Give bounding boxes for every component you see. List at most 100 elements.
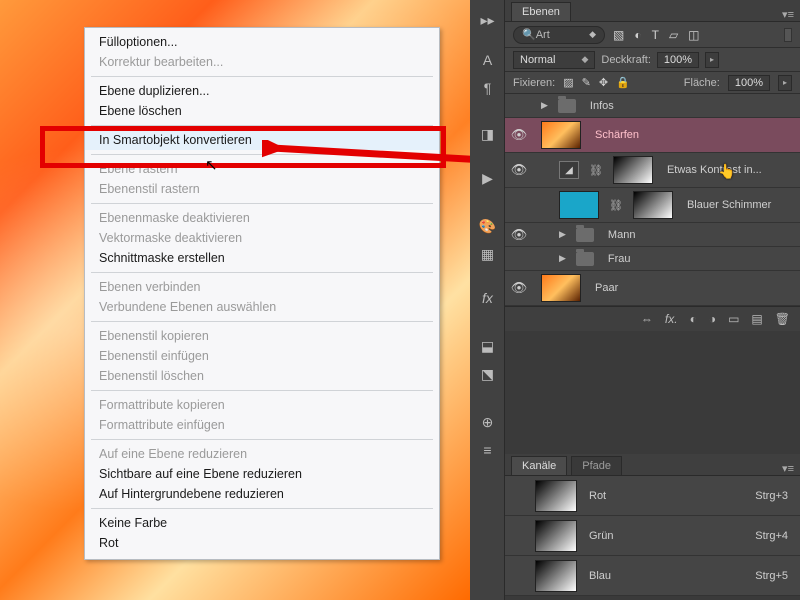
menu-item: Ebenenstil löschen bbox=[85, 366, 439, 386]
lock-all-icon[interactable]: 🔒 bbox=[616, 76, 630, 89]
disclosure-triangle-icon[interactable]: ▶ bbox=[541, 100, 548, 111]
actions-panel-icon[interactable]: ≡ bbox=[470, 436, 505, 464]
opacity-value[interactable]: 100% bbox=[657, 52, 699, 68]
menu-item[interactable]: Ebene löschen bbox=[85, 101, 439, 121]
layer-name[interactable]: Etwas Kontrast in... bbox=[667, 164, 762, 176]
layers-list: ▶Infos👁Schärfen👁◢⛓Etwas Kontrast in...⛓B… bbox=[505, 94, 800, 306]
layer-row[interactable]: ▶ Frau bbox=[505, 247, 800, 271]
layer-mask-thumbnail[interactable] bbox=[613, 156, 653, 184]
tab-channels[interactable]: Kanäle bbox=[511, 456, 567, 475]
properties-panel-icon[interactable]: ⬔ bbox=[470, 360, 505, 388]
info-panel-icon[interactable]: ⊕ bbox=[470, 408, 505, 436]
channel-name: Grün bbox=[589, 530, 613, 542]
channels-panel: Kanäle Pfade ▾≡ RotStrg+3GrünStrg+4BlauS… bbox=[505, 454, 800, 596]
filter-smart-icon[interactable]: ◫ bbox=[688, 28, 699, 42]
channel-row[interactable]: RotStrg+3 bbox=[505, 476, 800, 516]
channel-name: Rot bbox=[589, 490, 606, 502]
fill-flyout-icon[interactable]: ▸ bbox=[778, 75, 792, 91]
menu-item: Vektormaske deaktivieren bbox=[85, 228, 439, 248]
layer-filter-label: Art bbox=[536, 29, 550, 41]
lock-position-icon[interactable]: ✥ bbox=[599, 76, 608, 89]
mask-link-icon[interactable]: ⛓ bbox=[589, 164, 603, 177]
menu-item: Ebenen verbinden bbox=[85, 277, 439, 297]
navigator-panel-icon[interactable]: ◨ bbox=[470, 120, 505, 148]
filter-pixel-icon[interactable]: ▧ bbox=[613, 28, 624, 42]
layer-row[interactable]: 👁 Paar bbox=[505, 271, 800, 306]
opacity-flyout-icon[interactable]: ▸ bbox=[705, 52, 719, 68]
layer-name[interactable]: Infos bbox=[590, 100, 614, 112]
disclosure-triangle-icon[interactable]: ▶ bbox=[559, 253, 566, 264]
menu-item: Verbundene Ebenen auswählen bbox=[85, 297, 439, 317]
layer-content: ⛓ Blauer Schimmer bbox=[533, 191, 771, 219]
visibility-toggle-icon[interactable]: 👁 bbox=[505, 280, 533, 296]
mask-link-icon[interactable]: ⛓ bbox=[609, 199, 623, 212]
menu-item[interactable]: Rot bbox=[85, 533, 439, 553]
tab-paths[interactable]: Pfade bbox=[571, 456, 622, 475]
visibility-toggle-icon[interactable]: 👁 bbox=[505, 227, 533, 243]
channel-thumbnail bbox=[535, 480, 577, 512]
menu-item: Formattribute kopieren bbox=[85, 395, 439, 415]
visibility-toggle-icon[interactable]: 👁 bbox=[505, 127, 533, 143]
layer-row[interactable]: ⛓ Blauer Schimmer bbox=[505, 188, 800, 223]
panel-menu-icon[interactable]: ▾≡ bbox=[782, 8, 794, 21]
panel-group-icon[interactable]: ▸▸ bbox=[470, 6, 505, 34]
character-panel-icon[interactable]: A bbox=[470, 46, 505, 74]
layer-row[interactable]: ▶ Infos bbox=[505, 94, 800, 118]
layer-name[interactable]: Paar bbox=[595, 282, 618, 294]
menu-item[interactable]: Sichtbare auf eine Ebene reduzieren bbox=[85, 464, 439, 484]
filter-type-icon[interactable]: T bbox=[652, 28, 659, 42]
layer-thumbnail[interactable] bbox=[541, 121, 581, 149]
blend-mode-dropdown[interactable]: Normal◆ bbox=[513, 51, 595, 69]
layer-thumbnail[interactable] bbox=[559, 191, 599, 219]
layer-row[interactable]: 👁 Schärfen bbox=[505, 118, 800, 153]
filter-toggle[interactable] bbox=[784, 28, 792, 42]
filter-shape-icon[interactable]: ▱ bbox=[669, 28, 678, 42]
lock-transparency-icon[interactable]: ▨ bbox=[563, 76, 573, 89]
delete-layer-icon[interactable]: 🗑 bbox=[775, 312, 790, 326]
layer-fx-icon[interactable]: fx. bbox=[665, 312, 678, 326]
visibility-toggle-icon[interactable]: 👁 bbox=[505, 162, 533, 178]
layer-filter-dropdown[interactable]: 🔍 Art ◆ bbox=[513, 26, 605, 44]
layer-thumbnail[interactable] bbox=[541, 274, 581, 302]
channel-row[interactable]: BlauStrg+5 bbox=[505, 556, 800, 596]
menu-item[interactable]: Schnittmaske erstellen bbox=[85, 248, 439, 268]
filter-adjust-icon[interactable]: ◐ bbox=[634, 28, 641, 42]
styles-panel-icon[interactable]: fx bbox=[470, 284, 505, 312]
menu-item[interactable]: Fülloptionen... bbox=[85, 32, 439, 52]
channels-list: RotStrg+3GrünStrg+4BlauStrg+5 bbox=[505, 476, 800, 596]
history-panel-icon[interactable]: ▶ bbox=[470, 164, 505, 192]
menu-separator bbox=[91, 321, 433, 322]
layer-name[interactable]: Frau bbox=[608, 253, 631, 265]
tab-layers[interactable]: Ebenen bbox=[511, 2, 571, 21]
new-group-icon[interactable]: ▭ bbox=[728, 312, 739, 326]
layer-row[interactable]: 👁◢⛓Etwas Kontrast in... bbox=[505, 153, 800, 188]
channel-row[interactable]: GrünStrg+4 bbox=[505, 516, 800, 556]
collapsed-panel-strip: ▸▸ A ¶ ◨ ▶ 🎨 ▦ fx ⬓ ⬔ ⊕ ≡ bbox=[470, 0, 505, 600]
paragraph-panel-icon[interactable]: ¶ bbox=[470, 74, 505, 102]
color-panel-icon[interactable]: 🎨 bbox=[470, 212, 505, 240]
lock-image-icon[interactable]: ✎ bbox=[582, 76, 591, 89]
layer-name[interactable]: Mann bbox=[608, 229, 636, 241]
layer-content: ▶ Infos bbox=[533, 99, 614, 113]
disclosure-triangle-icon[interactable]: ▶ bbox=[559, 229, 566, 240]
swatches-panel-icon[interactable]: ▦ bbox=[470, 240, 505, 268]
layer-mask-thumbnail[interactable] bbox=[633, 191, 673, 219]
channel-thumbnail bbox=[535, 520, 577, 552]
adjustments-panel-icon[interactable]: ⬓ bbox=[470, 332, 505, 360]
menu-item[interactable]: Auf Hintergrundebene reduzieren bbox=[85, 484, 439, 504]
fill-value[interactable]: 100% bbox=[728, 75, 770, 91]
menu-item[interactable]: Ebene duplizieren... bbox=[85, 81, 439, 101]
layer-row[interactable]: 👁 ▶ Mann bbox=[505, 223, 800, 247]
new-layer-icon[interactable]: ▤ bbox=[751, 312, 762, 326]
channels-panel-menu-icon[interactable]: ▾≡ bbox=[782, 462, 794, 475]
new-fill-adjust-icon[interactable]: ◑ bbox=[709, 312, 716, 326]
lock-fill-row: Fixieren: ▨ ✎ ✥ 🔒 Fläche: 100% ▸ bbox=[505, 72, 800, 94]
menu-item[interactable]: In Smartobjekt konvertieren bbox=[85, 130, 439, 150]
link-layers-icon[interactable]: ⇔ bbox=[641, 312, 653, 326]
menu-separator bbox=[91, 76, 433, 77]
layer-name[interactable]: Schärfen bbox=[595, 129, 639, 141]
menu-separator bbox=[91, 508, 433, 509]
add-mask-icon[interactable]: ◐ bbox=[690, 312, 697, 326]
layer-name[interactable]: Blauer Schimmer bbox=[687, 199, 771, 211]
menu-item[interactable]: Keine Farbe bbox=[85, 513, 439, 533]
